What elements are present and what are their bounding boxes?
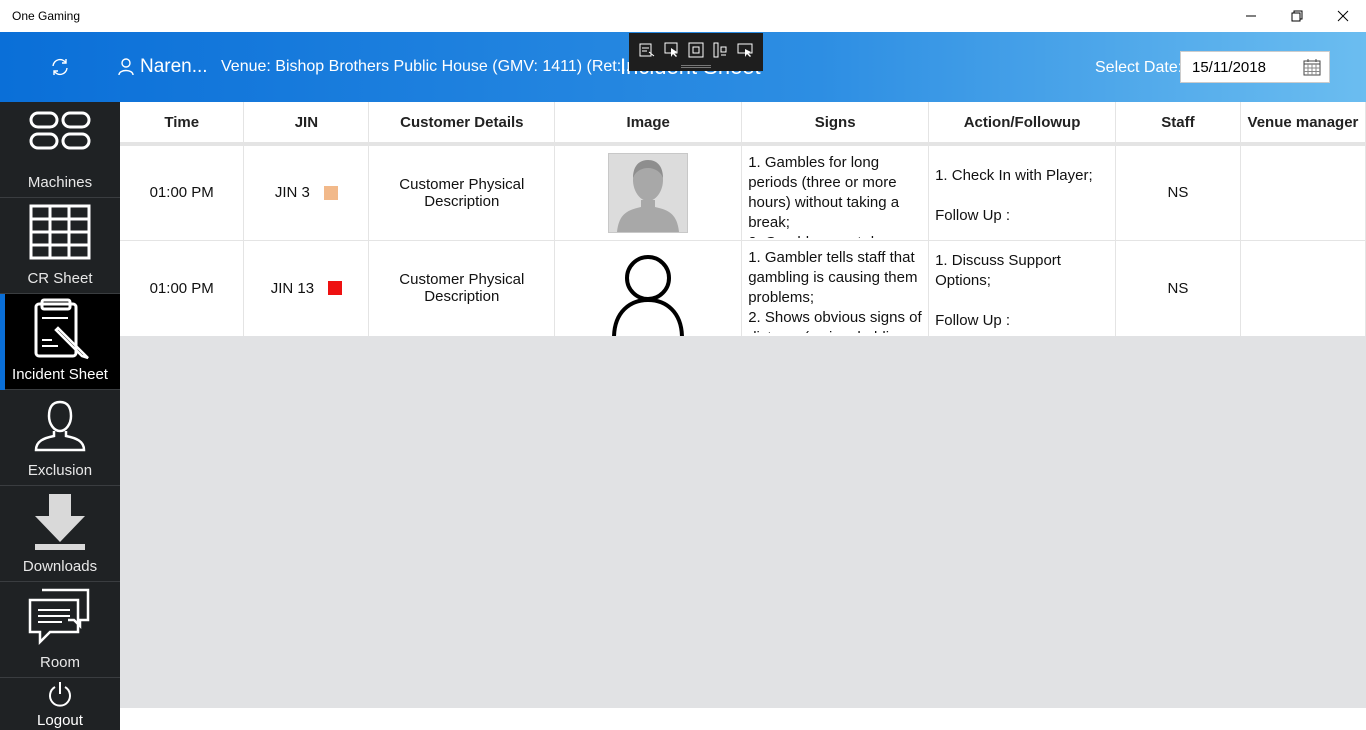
sidebar-item-downloads[interactable]: Downloads (0, 486, 120, 582)
debug-tool-live-tree[interactable] (637, 40, 657, 60)
signs-text: 1. Gambler tells staff that gambling is … (748, 249, 922, 333)
sidebar-item-label: Machines (27, 174, 93, 191)
column-header-image[interactable]: Image (554, 102, 743, 146)
machines-icon (29, 111, 91, 150)
cell-time: 01:00 PM (120, 240, 245, 336)
cell-image (554, 144, 743, 241)
incident-table: Time JIN Customer Details Image Signs Ac… (120, 102, 1366, 336)
cell-image (554, 240, 743, 336)
sidebar-item-label: Downloads (22, 558, 98, 575)
cell-action-followup: 1. Check In with Player; Follow Up : (928, 144, 1117, 241)
close-button[interactable] (1320, 0, 1366, 32)
minimize-button[interactable] (1228, 0, 1274, 32)
cell-signs: 1. Gambler tells staff that gambling is … (741, 240, 930, 336)
user-name: Naren... (140, 56, 208, 77)
person-icon (34, 400, 86, 452)
column-header-jin[interactable]: JIN (243, 102, 370, 146)
logout-label: Logout (37, 712, 83, 729)
sidebar-item-cr-sheet[interactable]: CR Sheet (0, 198, 120, 294)
select-date-label: Select Date: (1095, 59, 1183, 76)
restore-button[interactable] (1274, 0, 1320, 32)
cell-staff: NS (1115, 240, 1241, 336)
jin-color-swatch (323, 185, 338, 200)
customer-description: Customer Physical Description (399, 175, 525, 210)
bottom-strip (120, 708, 1366, 730)
table-header-row: Time JIN Customer Details Image Signs Ac… (120, 102, 1366, 146)
minimize-icon (1246, 15, 1256, 17)
jin-label: JIN 3 (274, 184, 310, 202)
cell-venue-manager (1240, 144, 1366, 241)
column-header-time[interactable]: Time (120, 102, 245, 146)
close-icon (1337, 10, 1349, 22)
sidebar-item-label: Exclusion (27, 462, 93, 479)
cell-customer-details: Customer Physical Description (368, 144, 556, 241)
customer-photo[interactable] (612, 254, 685, 336)
column-header-customer-details[interactable]: Customer Details (368, 102, 556, 146)
window-titlebar: One Gaming (0, 0, 1366, 32)
column-header-venue-manager[interactable]: Venue manager (1240, 102, 1366, 146)
sidebar-item-label: Room (39, 654, 80, 671)
app-title: One Gaming (12, 9, 81, 23)
debug-tool-display-layout[interactable] (735, 40, 755, 60)
cell-customer-details: Customer Physical Description (368, 240, 556, 336)
column-header-action-followup[interactable]: Action/Followup (928, 102, 1117, 146)
jin-color-swatch (328, 281, 343, 296)
sidebar-item-exclusion[interactable]: Exclusion (0, 390, 120, 486)
cell-action-followup: 1. Discuss Support Options; Follow Up : (928, 240, 1117, 336)
venue-info: Venue: Bishop Brothers Public House (GMV… (221, 58, 635, 75)
track-focus-icon (713, 42, 727, 58)
logout-button[interactable]: Logout (0, 678, 120, 730)
sidebar-item-label: CR Sheet (27, 270, 93, 287)
debug-tool-adorners[interactable] (686, 40, 706, 60)
incident-sheet-content: Time JIN Customer Details Image Signs Ac… (120, 102, 1366, 708)
user-menu[interactable]: Naren... (118, 56, 208, 78)
sidebar-item-machines[interactable]: Machines (0, 102, 120, 198)
person-photo-icon (609, 153, 688, 232)
cell-signs: 1. Gambles for long periods (three or mo… (741, 144, 930, 241)
select-element-icon (664, 42, 678, 57)
calendar-icon (1303, 59, 1321, 76)
table-row[interactable]: 01:00 PM JIN 13 Customer Physical Descri… (120, 240, 1366, 336)
customer-description: Customer Physical Description (399, 271, 525, 306)
user-icon (118, 58, 134, 76)
table-row[interactable]: 01:00 PM JIN 3 Customer Physical Descrip… (120, 144, 1366, 241)
debug-tool-select[interactable] (662, 40, 682, 60)
date-picker[interactable]: 15/11/2018 (1180, 51, 1330, 83)
clipboard-pen-icon (34, 298, 89, 360)
customer-photo[interactable] (608, 152, 689, 233)
person-outline-icon (612, 255, 685, 336)
restore-icon (1291, 10, 1303, 22)
layout-adorner-icon (688, 42, 704, 58)
refresh-button[interactable] (45, 52, 75, 82)
refresh-icon (52, 58, 68, 76)
cell-jin: JIN 13 (243, 240, 370, 336)
cell-jin: JIN 3 (243, 144, 370, 241)
date-value: 15/11/2018 (1192, 58, 1266, 76)
power-icon (49, 682, 71, 707)
cell-venue-manager (1240, 240, 1366, 336)
live-tree-icon (639, 43, 655, 57)
column-header-signs[interactable]: Signs (741, 102, 930, 146)
sidebar-item-incident-sheet[interactable]: Incident Sheet (0, 294, 120, 390)
chat-icon (28, 588, 90, 646)
jin-label: JIN 13 (270, 279, 315, 297)
debug-toolbar (629, 33, 763, 71)
sidebar-item-room[interactable]: Room (0, 582, 120, 678)
grid-icon (29, 204, 91, 260)
action-text: 1. Discuss Support Options; (935, 252, 1061, 290)
cell-time: 01:00 PM (120, 144, 245, 241)
signs-text: 1. Gambles for long periods (three or mo… (748, 153, 900, 238)
sidebar-nav: Machines CR Sheet Incident Sheet Exclusi… (0, 102, 120, 730)
debug-tool-track-focus[interactable] (710, 40, 730, 60)
followup-label: Follow Up : (935, 206, 1011, 224)
toolbar-grip[interactable] (681, 65, 711, 68)
sidebar-item-label: Incident Sheet (12, 366, 108, 383)
followup-label: Follow Up : (935, 312, 1011, 330)
cell-staff: NS (1115, 144, 1241, 241)
display-layout-icon (737, 43, 753, 57)
column-header-staff[interactable]: Staff (1115, 102, 1241, 146)
download-icon (35, 494, 85, 550)
action-text: 1. Check In with Player; (935, 166, 1093, 184)
